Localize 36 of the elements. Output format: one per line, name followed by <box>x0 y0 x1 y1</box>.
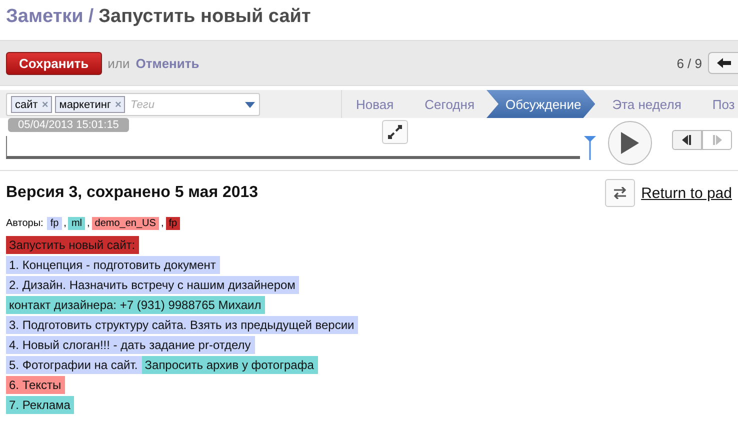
cancel-link[interactable]: Отменить <box>136 56 200 70</box>
pager-counter: 6 / 9 <box>676 56 702 70</box>
author-tag: demo_en_US <box>92 217 159 230</box>
breadcrumb-separator: / <box>88 6 94 28</box>
play-button[interactable] <box>608 121 652 165</box>
tag-chip: маркетинг × <box>55 96 126 113</box>
step-back-icon <box>682 135 692 145</box>
comma-text: , <box>87 218 90 229</box>
timestamp-label: 05/04/2013 15:01:15 <box>8 118 129 132</box>
expand-icon <box>388 125 402 139</box>
remove-tag-button[interactable]: × <box>42 98 48 110</box>
step-back-button[interactable] <box>672 130 702 150</box>
previous-button[interactable] <box>708 52 738 74</box>
authors-label: Авторы: <box>6 218 44 229</box>
page-title: Запустить новый сайт <box>98 6 311 28</box>
arrow-left-icon <box>716 58 730 68</box>
play-icon <box>621 132 639 154</box>
return-link[interactable]: Return to pad <box>641 184 732 202</box>
expand-button[interactable] <box>382 120 408 144</box>
comma-text: , <box>64 218 66 229</box>
dropdown-caret-icon[interactable] <box>245 102 255 108</box>
swap-icon[interactable] <box>605 179 636 207</box>
author-tag: fp <box>47 217 62 230</box>
timeline-handle[interactable] <box>584 136 596 160</box>
step-forward-icon <box>712 135 722 145</box>
tag-chip: сайт × <box>11 96 52 113</box>
breadcrumb-link[interactable]: Заметки <box>6 6 84 28</box>
author-tag: ml <box>68 217 86 230</box>
comma-text: , <box>160 218 164 229</box>
tags-field[interactable]: сайт × маркетинг × Теги <box>6 93 260 116</box>
version-title: Версия 3, сохранено 5 мая 2013 <box>6 184 258 202</box>
stage-tab[interactable]: Обсуждение <box>486 90 596 118</box>
remove-tag-button[interactable]: × <box>115 98 122 110</box>
author-tag: fp <box>166 217 180 230</box>
or-text: или <box>108 56 130 70</box>
save-button[interactable]: Сохранить <box>6 52 102 74</box>
